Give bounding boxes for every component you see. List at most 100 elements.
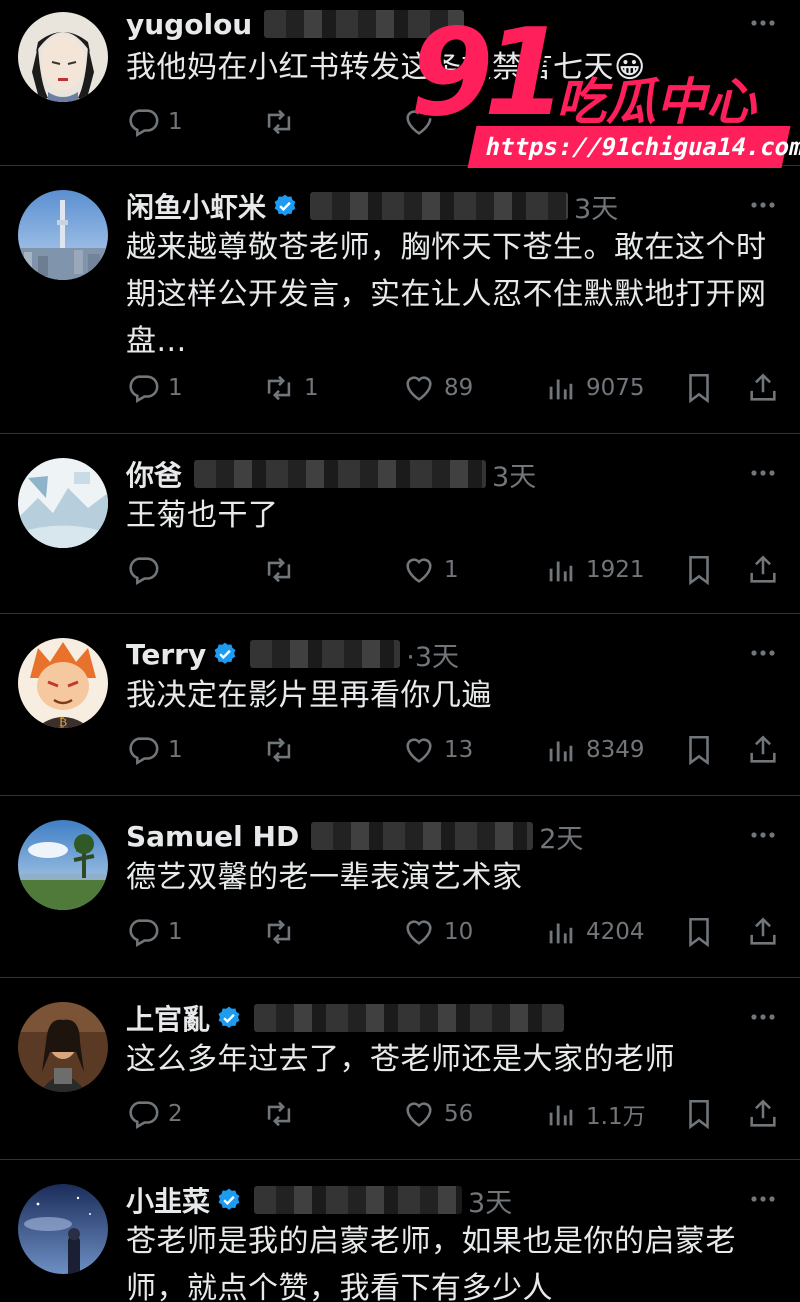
action-bar: 1 10 4204 xyxy=(126,910,778,954)
reply-count: 1 xyxy=(168,919,183,945)
timestamp[interactable]: ·3天 xyxy=(406,635,459,674)
action-bar: 1 13 8349 xyxy=(126,728,778,772)
display-name[interactable]: 小韭菜 xyxy=(126,1180,210,1220)
like-count: 10 xyxy=(444,919,474,945)
share-button[interactable] xyxy=(746,728,780,772)
views-button[interactable]: 1921 xyxy=(544,548,645,592)
action-bar: 2 56 1.1万 xyxy=(126,1092,778,1136)
tweet[interactable]: 小韭菜 3天 苍老师是我的启蒙老师，如果也是你的启蒙老师，就点个赞，我看下有多少… xyxy=(0,1160,800,1302)
reply-button[interactable]: 1 xyxy=(126,100,183,144)
tweet[interactable]: yugolou 我他妈在小红书转发这条被禁言七天😀 1 xyxy=(0,0,800,166)
tweet-text: 我他妈在小红书转发这条被禁言七天😀 xyxy=(126,50,646,85)
reply-button[interactable]: 1 xyxy=(126,910,183,954)
tweet[interactable]: 你爸 3天 王菊也干了 1 1921 xyxy=(0,434,800,614)
like-button[interactable]: 56 xyxy=(402,1092,473,1136)
display-name[interactable]: yugolou xyxy=(126,8,252,41)
reply-button[interactable] xyxy=(126,548,168,592)
bookmark-button[interactable] xyxy=(682,1092,716,1136)
more-icon[interactable] xyxy=(746,638,780,668)
like-count: 56 xyxy=(444,1101,474,1127)
views-button[interactable]: 8349 xyxy=(544,728,645,772)
views-count: 8349 xyxy=(586,737,645,763)
like-count: 13 xyxy=(444,737,474,763)
share-button[interactable] xyxy=(746,366,780,410)
retweet-button[interactable] xyxy=(262,728,304,772)
more-icon[interactable] xyxy=(746,190,780,220)
avatar[interactable] xyxy=(18,12,108,102)
views-count: 1921 xyxy=(586,557,645,583)
like-button[interactable]: 10 xyxy=(402,910,473,954)
timestamp[interactable]: 3天 xyxy=(574,187,618,226)
share-button[interactable] xyxy=(746,1092,780,1136)
retweet-button[interactable] xyxy=(262,910,304,954)
like-button[interactable] xyxy=(402,100,444,144)
display-name[interactable]: Terry xyxy=(126,638,206,671)
tweet-header: 闲鱼小虾米 3天 xyxy=(126,184,780,228)
handle-blurred xyxy=(254,1186,463,1214)
views-button[interactable]: 9075 xyxy=(544,366,645,410)
tweet[interactable]: ₿ Terry ·3天 我决定在影片里再看你几遍 1 13 8349 xyxy=(0,614,800,796)
like-count: 89 xyxy=(444,375,474,401)
handle-blurred xyxy=(254,1004,565,1032)
retweet-button[interactable] xyxy=(262,548,304,592)
timestamp[interactable]: 3天 xyxy=(492,455,536,494)
svg-text:₿: ₿ xyxy=(59,715,67,728)
reply-count: 1 xyxy=(168,109,183,135)
like-button[interactable]: 13 xyxy=(402,728,473,772)
avatar[interactable] xyxy=(18,1002,108,1092)
tweet-text: 越来越尊敬苍老师，胸怀天下苍生。敢在这个时期这样公开发言，实在让人忍不住默默地打… xyxy=(126,230,767,359)
timestamp[interactable]: 2天 xyxy=(539,817,583,856)
more-icon[interactable] xyxy=(746,8,780,38)
like-count: 1 xyxy=(444,557,459,583)
tweet[interactable]: 上官亂 这么多年过去了，苍老师还是大家的老师 2 56 1.1万 xyxy=(0,978,800,1160)
retweet-button[interactable] xyxy=(262,100,304,144)
handle-blurred xyxy=(194,460,487,488)
display-name[interactable]: 你爸 xyxy=(126,454,182,494)
display-name[interactable]: 上官亂 xyxy=(126,998,210,1038)
views-button[interactable]: 4204 xyxy=(544,910,645,954)
action-bar: 1 1921 xyxy=(126,548,778,592)
retweet-button[interactable] xyxy=(262,1092,304,1136)
avatar[interactable] xyxy=(18,458,108,548)
like-button[interactable]: 1 xyxy=(402,548,459,592)
like-button[interactable]: 89 xyxy=(402,366,473,410)
avatar[interactable] xyxy=(18,1184,108,1274)
tweet-text: 王菊也干了 xyxy=(126,498,279,533)
more-icon[interactable] xyxy=(746,1002,780,1032)
display-name[interactable]: Samuel HD xyxy=(126,820,299,853)
retweet-button[interactable]: 1 xyxy=(262,366,319,410)
avatar[interactable]: ₿ xyxy=(18,638,108,728)
more-icon[interactable] xyxy=(746,458,780,488)
bookmark-button[interactable] xyxy=(682,910,716,954)
tweet-text: 苍老师是我的启蒙老师，如果也是你的启蒙老师，就点个赞，我看下有多少人 xyxy=(126,1224,736,1302)
views-count: 9075 xyxy=(586,375,645,401)
timestamp[interactable]: 3天 xyxy=(468,1181,512,1220)
share-button[interactable] xyxy=(746,548,780,592)
tweet[interactable]: Samuel HD 2天 德艺双馨的老一辈表演艺术家 1 10 4204 xyxy=(0,796,800,978)
more-icon[interactable] xyxy=(746,1184,780,1214)
reply-count: 1 xyxy=(168,375,183,401)
reply-button[interactable]: 1 xyxy=(126,366,183,410)
bookmark-button[interactable] xyxy=(682,728,716,772)
tweet-header: yugolou xyxy=(126,2,780,46)
more-icon[interactable] xyxy=(746,820,780,850)
display-name[interactable]: 闲鱼小虾米 xyxy=(126,186,266,226)
share-button[interactable] xyxy=(746,910,780,954)
reply-button[interactable]: 2 xyxy=(126,1092,183,1136)
tweet[interactable]: 闲鱼小虾米 3天 越来越尊敬苍老师，胸怀天下苍生。敢在这个时期这样公开发言，实在… xyxy=(0,166,800,434)
avatar[interactable] xyxy=(18,190,108,280)
bookmark-button[interactable] xyxy=(682,548,716,592)
verified-badge-icon xyxy=(216,1187,242,1213)
views-button[interactable]: 1.1万 xyxy=(544,1092,646,1136)
tweet-text: 德艺双馨的老一辈表演艺术家 xyxy=(126,860,523,895)
reply-count: 1 xyxy=(168,737,183,763)
tweet-header: Samuel HD 2天 xyxy=(126,814,780,858)
reply-button[interactable]: 1 xyxy=(126,728,183,772)
tweet-header: 小韭菜 3天 xyxy=(126,1178,780,1222)
reply-count: 2 xyxy=(168,1101,183,1127)
tweet-header: 你爸 3天 xyxy=(126,452,780,496)
views-count: 1.1万 xyxy=(586,1104,646,1130)
tweet-text: 我决定在影片里再看你几遍 xyxy=(126,678,492,713)
avatar[interactable] xyxy=(18,820,108,910)
bookmark-button[interactable] xyxy=(682,366,716,410)
